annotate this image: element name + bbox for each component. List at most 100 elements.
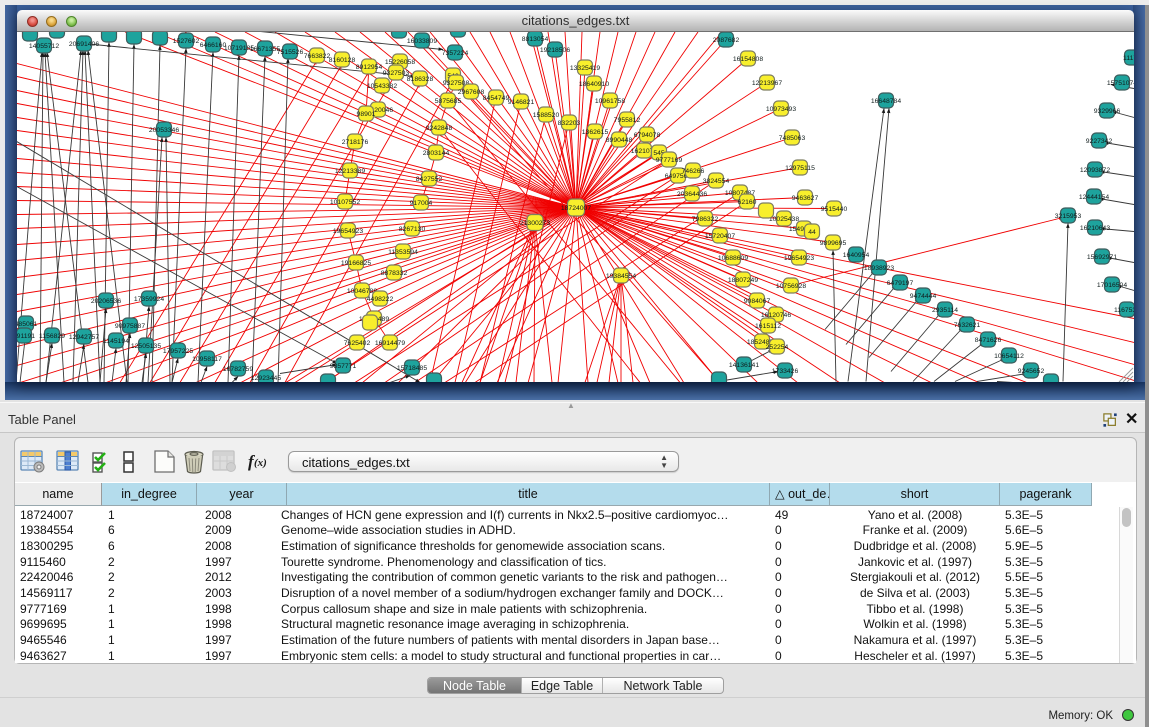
- svg-text:2935114: 2935114: [932, 307, 958, 314]
- svg-text:6794078: 6794078: [634, 132, 661, 139]
- svg-text:7485063: 7485063: [779, 135, 806, 142]
- svg-text:9242848: 9242848: [426, 125, 453, 132]
- svg-text:90975887: 90975887: [115, 323, 145, 330]
- svg-text:17016504: 17016504: [1097, 282, 1127, 289]
- svg-text:8454749: 8454749: [483, 95, 510, 102]
- svg-text:16210643: 16210643: [1080, 225, 1110, 232]
- svg-text:8186328: 8186328: [407, 76, 434, 83]
- svg-text:917004: 917004: [410, 200, 433, 207]
- svg-text:12213389: 12213389: [335, 168, 365, 175]
- svg-text:11174: 11174: [1123, 55, 1134, 62]
- svg-text:19654923: 19654923: [333, 228, 363, 235]
- svg-text:8912954: 8912954: [356, 64, 383, 71]
- svg-text:15751074: 15751074: [1107, 80, 1134, 87]
- svg-text:7357224: 7357224: [442, 50, 469, 57]
- svg-text:1588520: 1588520: [533, 112, 560, 119]
- svg-text:6466160: 6466160: [200, 42, 227, 49]
- svg-text:12942757: 12942757: [69, 334, 99, 341]
- svg-text:10756928: 10756928: [776, 283, 806, 290]
- svg-text:16033809: 16033809: [407, 38, 437, 45]
- svg-text:15692971: 15692971: [1087, 254, 1117, 261]
- svg-text:8267130: 8267130: [399, 226, 426, 233]
- svg-text:746266: 746266: [682, 168, 705, 175]
- svg-text:2718176: 2718176: [342, 139, 369, 146]
- svg-text:9146821: 9146821: [508, 99, 535, 106]
- svg-text:(x): (x): [254, 457, 267, 469]
- svg-text:19384554: 19384554: [606, 273, 636, 280]
- svg-text:2967608: 2967608: [458, 89, 485, 96]
- svg-text:2087682: 2087682: [713, 37, 740, 44]
- svg-text:9474444: 9474444: [910, 293, 937, 300]
- svg-text:62160: 62160: [738, 199, 757, 206]
- svg-text:44: 44: [808, 229, 816, 236]
- svg-text:21300273: 21300273: [520, 220, 550, 227]
- svg-text:9084067: 9084067: [744, 298, 771, 305]
- svg-text:8878332: 8878332: [381, 270, 408, 277]
- svg-text:6479197: 6479197: [887, 280, 914, 287]
- svg-text:12923445: 12923445: [251, 375, 281, 382]
- svg-text:10973493: 10973493: [766, 106, 796, 113]
- svg-text:832203: 832203: [558, 120, 581, 127]
- svg-text:10107552: 10107552: [330, 199, 360, 206]
- svg-text:10958117: 10958117: [192, 356, 222, 363]
- svg-text:10025438: 10025438: [769, 216, 799, 223]
- svg-text:9227342: 9227342: [1086, 138, 1113, 145]
- svg-text:9515440: 9515440: [821, 206, 848, 213]
- svg-text:17957225: 17957225: [163, 348, 193, 355]
- svg-text:18938923: 18938923: [864, 265, 894, 272]
- svg-text:3824554: 3824554: [703, 178, 730, 185]
- svg-text:11353594: 11353594: [388, 249, 418, 256]
- svg-text:5875685: 5875685: [435, 98, 462, 105]
- svg-text:7986322: 7986322: [692, 216, 719, 223]
- svg-text:7955812: 7955812: [614, 117, 641, 124]
- svg-text:15720407: 15720407: [705, 233, 735, 240]
- svg-text:7515526: 7515526: [277, 49, 304, 56]
- svg-text:3215953: 3215953: [1055, 213, 1082, 220]
- svg-text:10961758: 10961758: [595, 98, 625, 105]
- svg-text:16914479: 16914479: [375, 340, 405, 347]
- svg-text:1156829: 1156829: [39, 333, 65, 340]
- svg-text:16671355: 16671355: [250, 46, 280, 53]
- svg-text:19218506: 19218506: [540, 47, 570, 54]
- svg-text:9777169: 9777169: [656, 157, 683, 164]
- svg-text:10654112: 10654112: [994, 353, 1024, 360]
- svg-text:12975115: 12975115: [785, 165, 815, 172]
- svg-text:18807249: 18807249: [728, 277, 758, 284]
- svg-text:4498222: 4498222: [367, 296, 394, 303]
- svg-text:15718485: 15718485: [397, 365, 427, 372]
- svg-text:98901: 98901: [357, 111, 376, 118]
- svg-text:1145194: 1145194: [103, 338, 129, 345]
- svg-text:20691406: 20691406: [69, 41, 99, 48]
- svg-text:1733426: 1733426: [772, 368, 799, 375]
- svg-text:8471626: 8471626: [975, 337, 1002, 344]
- svg-text:252254: 252254: [766, 344, 789, 351]
- svg-text:16648784: 16648784: [871, 98, 901, 105]
- svg-text:10688609: 10688609: [718, 255, 748, 262]
- svg-text:2803144: 2803144: [423, 150, 450, 157]
- svg-text:1527602: 1527602: [173, 38, 200, 45]
- svg-text:8813054: 8813054: [522, 36, 549, 43]
- svg-text:7632621: 7632621: [954, 322, 981, 329]
- svg-text:485061: 485061: [17, 321, 38, 328]
- svg-text:17359924: 17359924: [134, 296, 164, 303]
- svg-text:1362615: 1362615: [582, 129, 609, 136]
- svg-text:9857771: 9857771: [330, 363, 357, 370]
- svg-text:9327503: 9327503: [383, 70, 410, 77]
- svg-text:9899695: 9899695: [820, 240, 847, 247]
- svg-text:7663822: 7663822: [304, 53, 331, 60]
- svg-text:13325419: 13325419: [570, 65, 600, 72]
- svg-text:12213967: 12213967: [752, 80, 782, 87]
- svg-text:1615112: 1615112: [755, 323, 781, 330]
- svg-text:12505135: 12505135: [131, 343, 161, 350]
- svg-text:14055712: 14055712: [29, 43, 59, 50]
- svg-text:12444154: 12444154: [1079, 194, 1109, 201]
- svg-text:8990448: 8990448: [606, 137, 633, 144]
- svg-text:9329966: 9329966: [1094, 108, 1121, 115]
- svg-text:18640910: 18640910: [579, 81, 609, 88]
- svg-text:16154808: 16154808: [733, 56, 763, 63]
- svg-text:20053346: 20053346: [149, 127, 179, 134]
- svg-text:20364436: 20364436: [677, 191, 707, 198]
- svg-text:9245652: 9245652: [1018, 368, 1045, 375]
- svg-text:12093872: 12093872: [1080, 167, 1110, 174]
- svg-text:8160128: 8160128: [329, 57, 356, 64]
